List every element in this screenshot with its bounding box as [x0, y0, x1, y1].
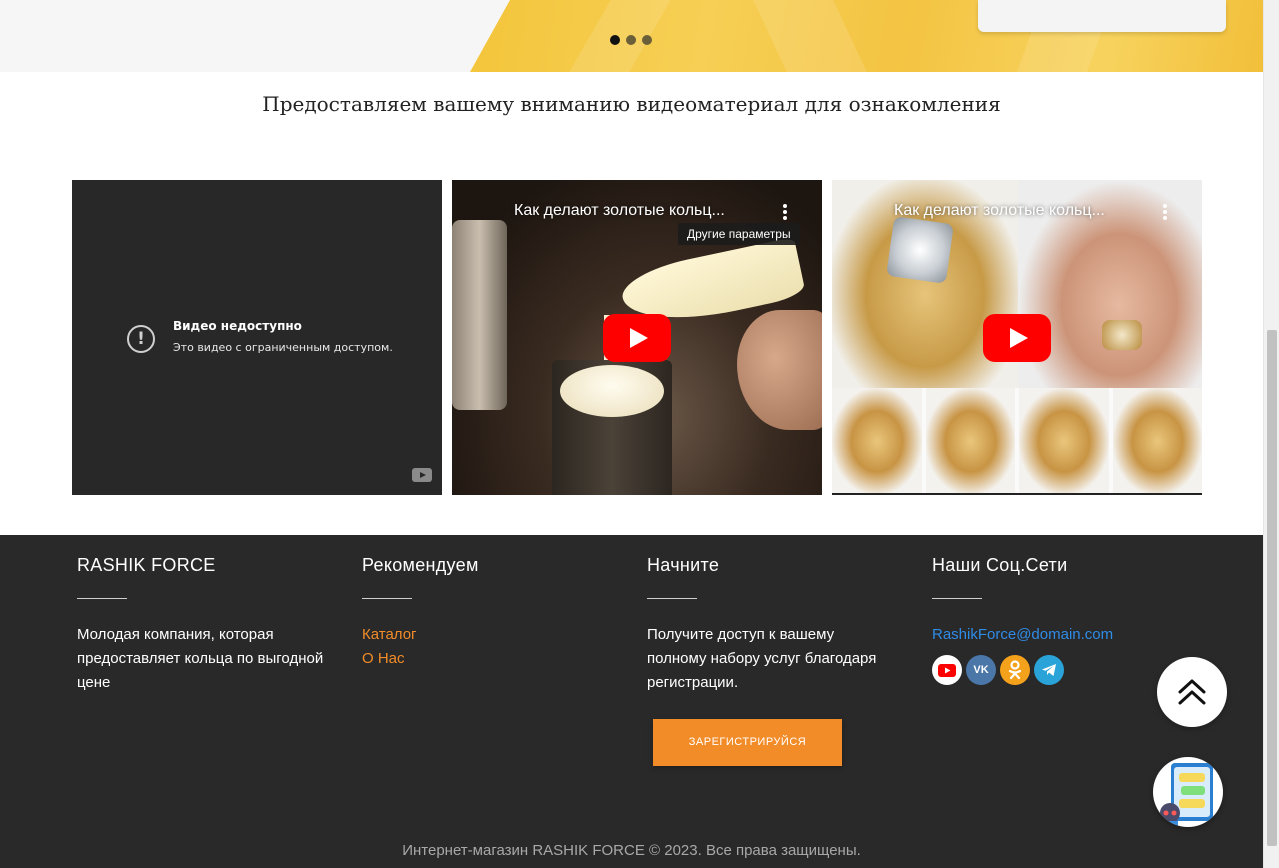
site-footer: RASHIK FORCE Молодая компания, которая п…: [0, 535, 1263, 868]
footer-about-text: Молодая компания, которая предоставляет …: [77, 626, 324, 691]
social-icons: VK: [932, 655, 1182, 685]
video-border: [832, 493, 1202, 495]
footer-email-link[interactable]: RashikForce@domain.com: [932, 623, 1182, 647]
tooltip: Другие параметры: [678, 223, 800, 245]
video-embed-3[interactable]: Как делают золотые кольц...: [832, 180, 1202, 495]
more-vertical-icon[interactable]: [1162, 204, 1168, 222]
video-thumbnail-tool: [452, 220, 507, 410]
video-thumbnail-ring: [1102, 320, 1142, 350]
divider: [647, 598, 697, 599]
video-title[interactable]: Как делают золотые кольц...: [894, 202, 1105, 220]
youtube-play-icon[interactable]: [603, 314, 671, 362]
video-thumbnail-hand: [737, 310, 822, 430]
footer-recommend: Рекомендуем Каталог О Нас: [362, 555, 612, 671]
slider-dot-3[interactable]: [642, 35, 652, 45]
footer-about: RASHIK FORCE Молодая компания, которая п…: [77, 555, 327, 695]
youtube-icon[interactable]: [932, 655, 962, 685]
page-scrollbar[interactable]: [1263, 0, 1279, 868]
video-thumbnail-ring-strip: [832, 388, 1202, 495]
video-embed-2[interactable]: Как делают золотые кольц... Другие парам…: [452, 180, 822, 495]
slider-dot-1[interactable]: [610, 35, 620, 45]
youtube-icon[interactable]: [412, 468, 432, 482]
footer-start: Начните Получите доступ к вашему полному…: [647, 555, 897, 695]
ring-thumb: [1019, 388, 1109, 495]
slider-dots: [610, 35, 652, 45]
youtube-play-icon[interactable]: [983, 314, 1051, 362]
footer-social-heading: Наши Соц.Сети: [932, 555, 1068, 575]
more-vertical-icon[interactable]: [782, 204, 788, 222]
videos-section-title: Предоставляем вашему вниманию видеоматер…: [262, 92, 1001, 116]
divider: [77, 598, 127, 599]
exclamation-circle-icon: !: [127, 325, 155, 353]
video-error-subtitle: Это видео с ограниченным доступом.: [173, 341, 393, 354]
slider-dot-2[interactable]: [626, 35, 636, 45]
divider: [362, 598, 412, 599]
ring-thumb: [1112, 388, 1202, 495]
hero-product-card: [978, 0, 1226, 32]
video-thumbnail-stone: [886, 216, 954, 284]
divider: [932, 598, 982, 599]
ring-thumb: [925, 388, 1015, 495]
footer-link-catalog[interactable]: Каталог: [362, 623, 612, 647]
footer-start-text: Получите доступ к вашему полному набору …: [647, 626, 877, 691]
copyright-text: Интернет-магазин RASHIK FORCE © 2023. Вс…: [402, 842, 861, 859]
video-error-title: Видео недоступно: [173, 319, 302, 333]
video-embed-1[interactable]: ! Видео недоступно Это видео с ограничен…: [72, 180, 442, 495]
footer-start-heading: Начните: [647, 555, 720, 575]
chat-bot-button[interactable]: [1153, 757, 1223, 827]
double-chevron-up-icon: [1178, 679, 1206, 705]
register-button[interactable]: ЗАРЕГИСТРИРУЙСЯ: [653, 719, 842, 766]
hero-slider: [0, 0, 1263, 72]
footer-recommend-heading: Рекомендуем: [362, 555, 479, 575]
page: Предоставляем вашему вниманию видеоматер…: [0, 0, 1279, 868]
vk-icon[interactable]: VK: [966, 655, 996, 685]
scroll-to-top-button[interactable]: [1157, 657, 1227, 727]
chat-bot-icon: [1160, 763, 1213, 827]
video-title[interactable]: Как делают золотые кольц...: [514, 202, 725, 220]
footer-brand-heading: RASHIK FORCE: [77, 555, 216, 575]
scrollbar-thumb[interactable]: [1267, 330, 1277, 846]
footer-social: Наши Соц.Сети RashikForce@domain.com VK: [932, 555, 1182, 685]
footer-link-about[interactable]: О Нас: [362, 647, 612, 671]
odnoklassniki-icon[interactable]: [1000, 655, 1030, 685]
ring-thumb: [832, 388, 922, 495]
telegram-icon[interactable]: [1034, 655, 1064, 685]
video-thumbnail-liquid: [560, 365, 664, 417]
